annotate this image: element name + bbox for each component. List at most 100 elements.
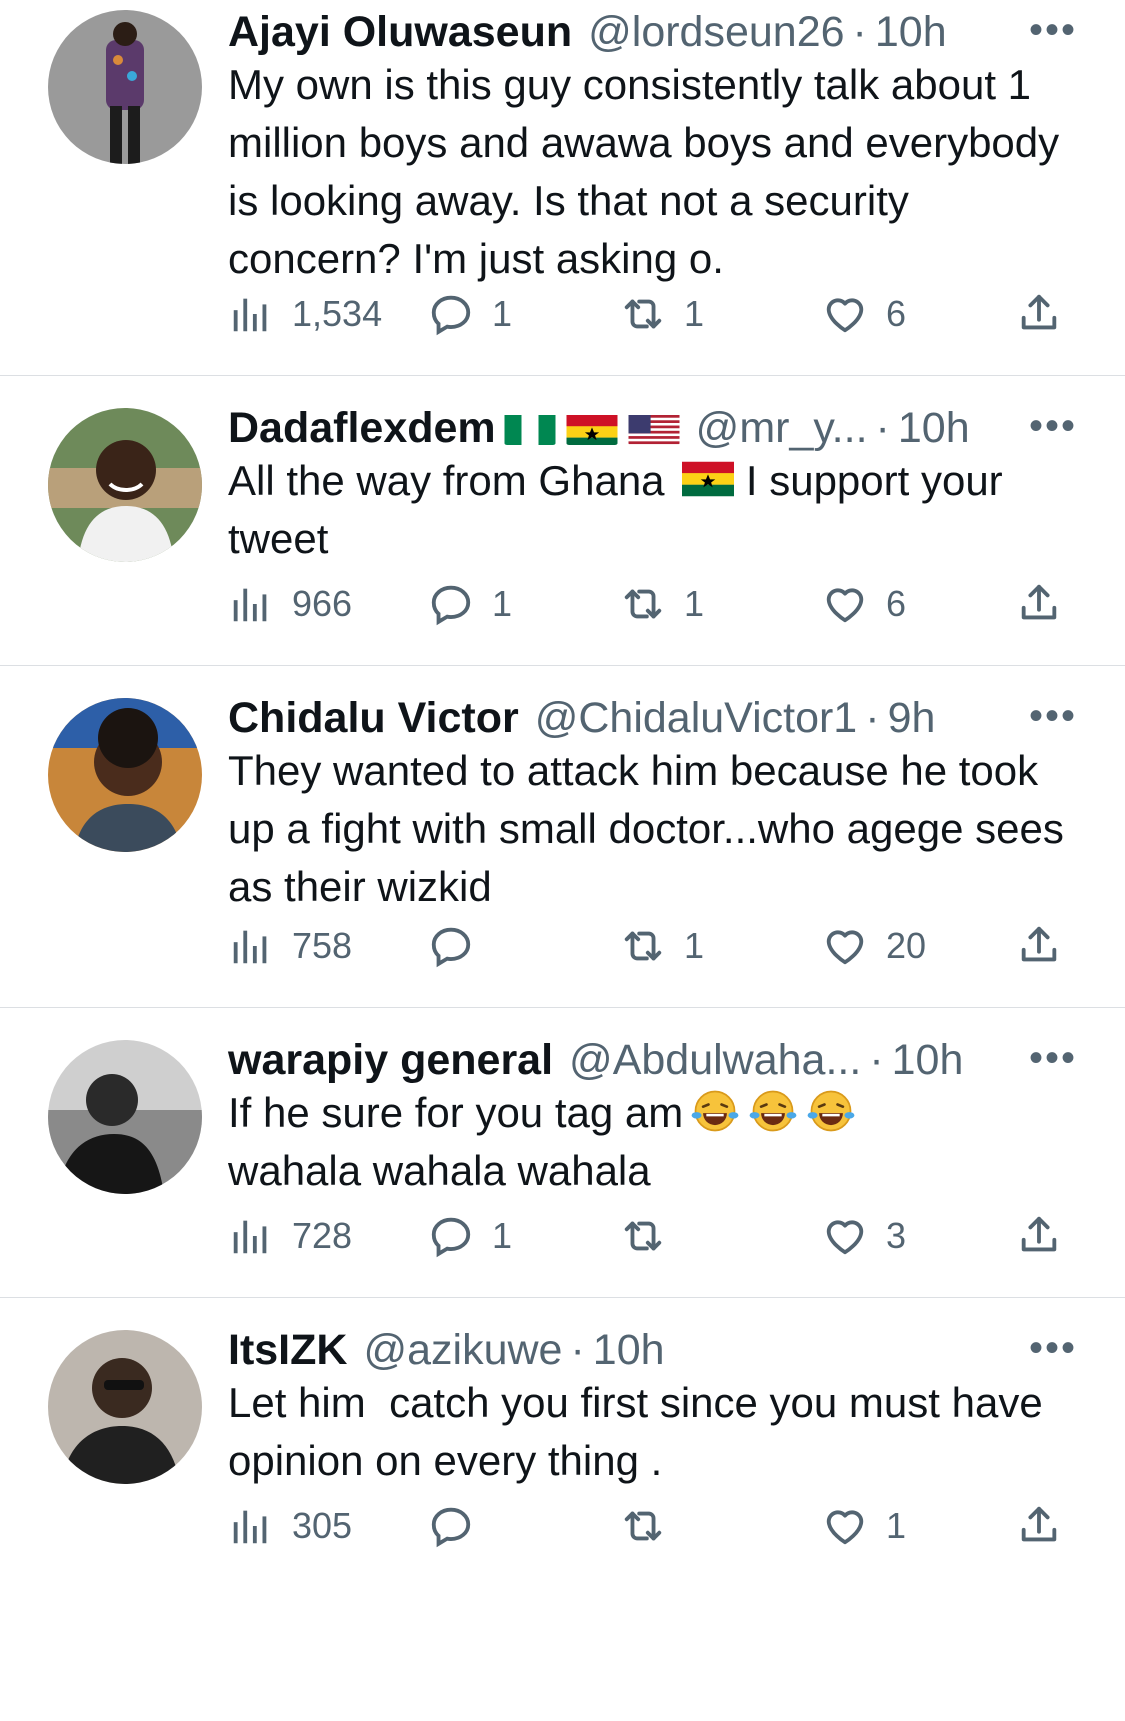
tweet[interactable]: ItsIZK @azikuwe · 10h ••• Let him catch … [0, 1298, 1125, 1721]
more-icon[interactable]: ••• [1029, 1036, 1077, 1081]
views-button[interactable]: 1,534 [228, 286, 382, 342]
reply-icon [428, 581, 474, 627]
reply-icon [428, 291, 474, 337]
more-icon[interactable]: ••• [1029, 694, 1077, 739]
avatar[interactable] [48, 1040, 202, 1194]
like-icon [822, 1503, 868, 1549]
tweet[interactable]: Ajayi Oluwaseun @lordseun26 · 10h ••• My… [0, 0, 1125, 376]
separator: · [852, 7, 867, 56]
share-icon [1016, 581, 1062, 627]
reply-count: 1 [492, 583, 513, 624]
author-handle[interactable]: @Abdulwaha... [569, 1036, 861, 1085]
views-count: 966 [292, 583, 353, 624]
share-icon [1016, 291, 1062, 337]
retweet-button[interactable]: 1 [620, 918, 704, 974]
retweet-button[interactable]: 1 [620, 286, 704, 342]
tweet-header: ItsIZK @azikuwe · 10h [228, 1322, 1085, 1378]
author-name[interactable]: warapiy general [228, 1036, 553, 1085]
laughing-emoji-icon [747, 1089, 799, 1133]
share-button[interactable] [1016, 918, 1062, 974]
like-button[interactable]: 6 [822, 576, 906, 632]
author-name[interactable]: Chidalu Victor [228, 694, 519, 743]
avatar[interactable] [48, 698, 202, 852]
retweet-icon [620, 1213, 666, 1259]
views-count: 728 [292, 1215, 353, 1256]
share-button[interactable] [1016, 576, 1062, 632]
share-button[interactable] [1016, 1498, 1062, 1554]
reply-button[interactable]: 1 [428, 286, 512, 342]
replies-feed: Ajayi Oluwaseun @lordseun26 · 10h ••• My… [0, 0, 1125, 1721]
retweet-icon [620, 581, 666, 627]
reply-button[interactable] [428, 918, 492, 974]
tweet[interactable]: Chidalu Victor @ChidaluVictor1 · 9h ••• … [0, 666, 1125, 1008]
views-button[interactable]: 728 [228, 1208, 352, 1264]
views-icon [228, 923, 274, 969]
author-handle[interactable]: @mr_y... [696, 404, 868, 453]
share-icon [1016, 923, 1062, 969]
views-count: 305 [292, 1505, 353, 1546]
retweet-icon [620, 1503, 666, 1549]
retweet-button[interactable] [620, 1498, 684, 1554]
more-icon[interactable]: ••• [1029, 404, 1077, 449]
retweet-count: 1 [684, 293, 705, 334]
more-icon[interactable]: ••• [1029, 8, 1077, 53]
action-bar: 1,534 1 1 6 [228, 286, 1085, 342]
reply-icon [428, 1503, 474, 1549]
author-handle[interactable]: @azikuwe [363, 1326, 562, 1375]
like-icon [822, 923, 868, 969]
retweet-count: 1 [684, 583, 705, 624]
share-button[interactable] [1016, 286, 1062, 342]
like-button[interactable]: 20 [822, 918, 926, 974]
tweet-header: Ajayi Oluwaseun @lordseun26 · 10h [228, 4, 1085, 60]
reply-button[interactable]: 1 [428, 1208, 512, 1264]
like-count: 6 [886, 293, 907, 334]
like-icon [822, 581, 868, 627]
like-button[interactable]: 6 [822, 286, 906, 342]
retweet-button[interactable] [620, 1208, 684, 1264]
action-bar: 966 1 1 6 [228, 576, 1085, 632]
timestamp[interactable]: 10h [875, 8, 947, 57]
tweet-text-part: All the way from Ghana [228, 457, 677, 504]
reply-icon [428, 923, 474, 969]
action-bar: 305 1 [228, 1498, 1085, 1554]
author-name[interactable]: ItsIZK [228, 1326, 347, 1375]
author-handle[interactable]: @lordseun26 [588, 8, 844, 57]
timestamp[interactable]: 10h [593, 1326, 665, 1375]
retweet-icon [620, 923, 666, 969]
action-bar: 758 1 20 [228, 918, 1085, 974]
share-icon [1016, 1213, 1062, 1259]
author-name[interactable]: Ajayi Oluwaseun [228, 8, 572, 57]
retweet-button[interactable]: 1 [620, 576, 704, 632]
timestamp[interactable]: 9h [888, 694, 936, 743]
timestamp[interactable]: 10h [898, 404, 970, 453]
tweet[interactable]: warapiy general @Abdulwaha... · 10h ••• … [0, 1008, 1125, 1298]
reply-button[interactable] [428, 1498, 492, 1554]
share-icon [1016, 1503, 1062, 1549]
like-button[interactable]: 1 [822, 1498, 906, 1554]
author-handle[interactable]: @ChidaluVictor1 [535, 694, 858, 743]
like-count: 6 [886, 583, 907, 624]
more-icon[interactable]: ••• [1029, 1326, 1077, 1371]
views-button[interactable]: 966 [228, 576, 352, 632]
retweet-count: 1 [684, 925, 705, 966]
like-count: 1 [886, 1505, 907, 1546]
share-button[interactable] [1016, 1208, 1062, 1264]
like-count: 3 [886, 1215, 907, 1256]
like-button[interactable]: 3 [822, 1208, 906, 1264]
reply-button[interactable]: 1 [428, 576, 512, 632]
views-count: 758 [292, 925, 353, 966]
avatar[interactable] [48, 408, 202, 562]
tweet[interactable]: Dadaflexdem @mr_y... · 10h ••• All the w… [0, 376, 1125, 666]
ghana-flag-icon [682, 457, 734, 501]
avatar[interactable] [48, 1330, 202, 1484]
views-button[interactable]: 758 [228, 918, 352, 974]
reply-icon [428, 1213, 474, 1259]
laughing-emoji-icon [805, 1089, 857, 1133]
views-icon [228, 1213, 274, 1259]
tweet-text: If he sure for you tag am wahala wahala … [228, 1084, 1085, 1200]
author-name[interactable]: Dadaflexdem [228, 404, 496, 453]
avatar[interactable] [48, 10, 202, 164]
views-button[interactable]: 305 [228, 1498, 352, 1554]
timestamp[interactable]: 10h [892, 1036, 964, 1085]
views-icon [228, 1503, 274, 1549]
